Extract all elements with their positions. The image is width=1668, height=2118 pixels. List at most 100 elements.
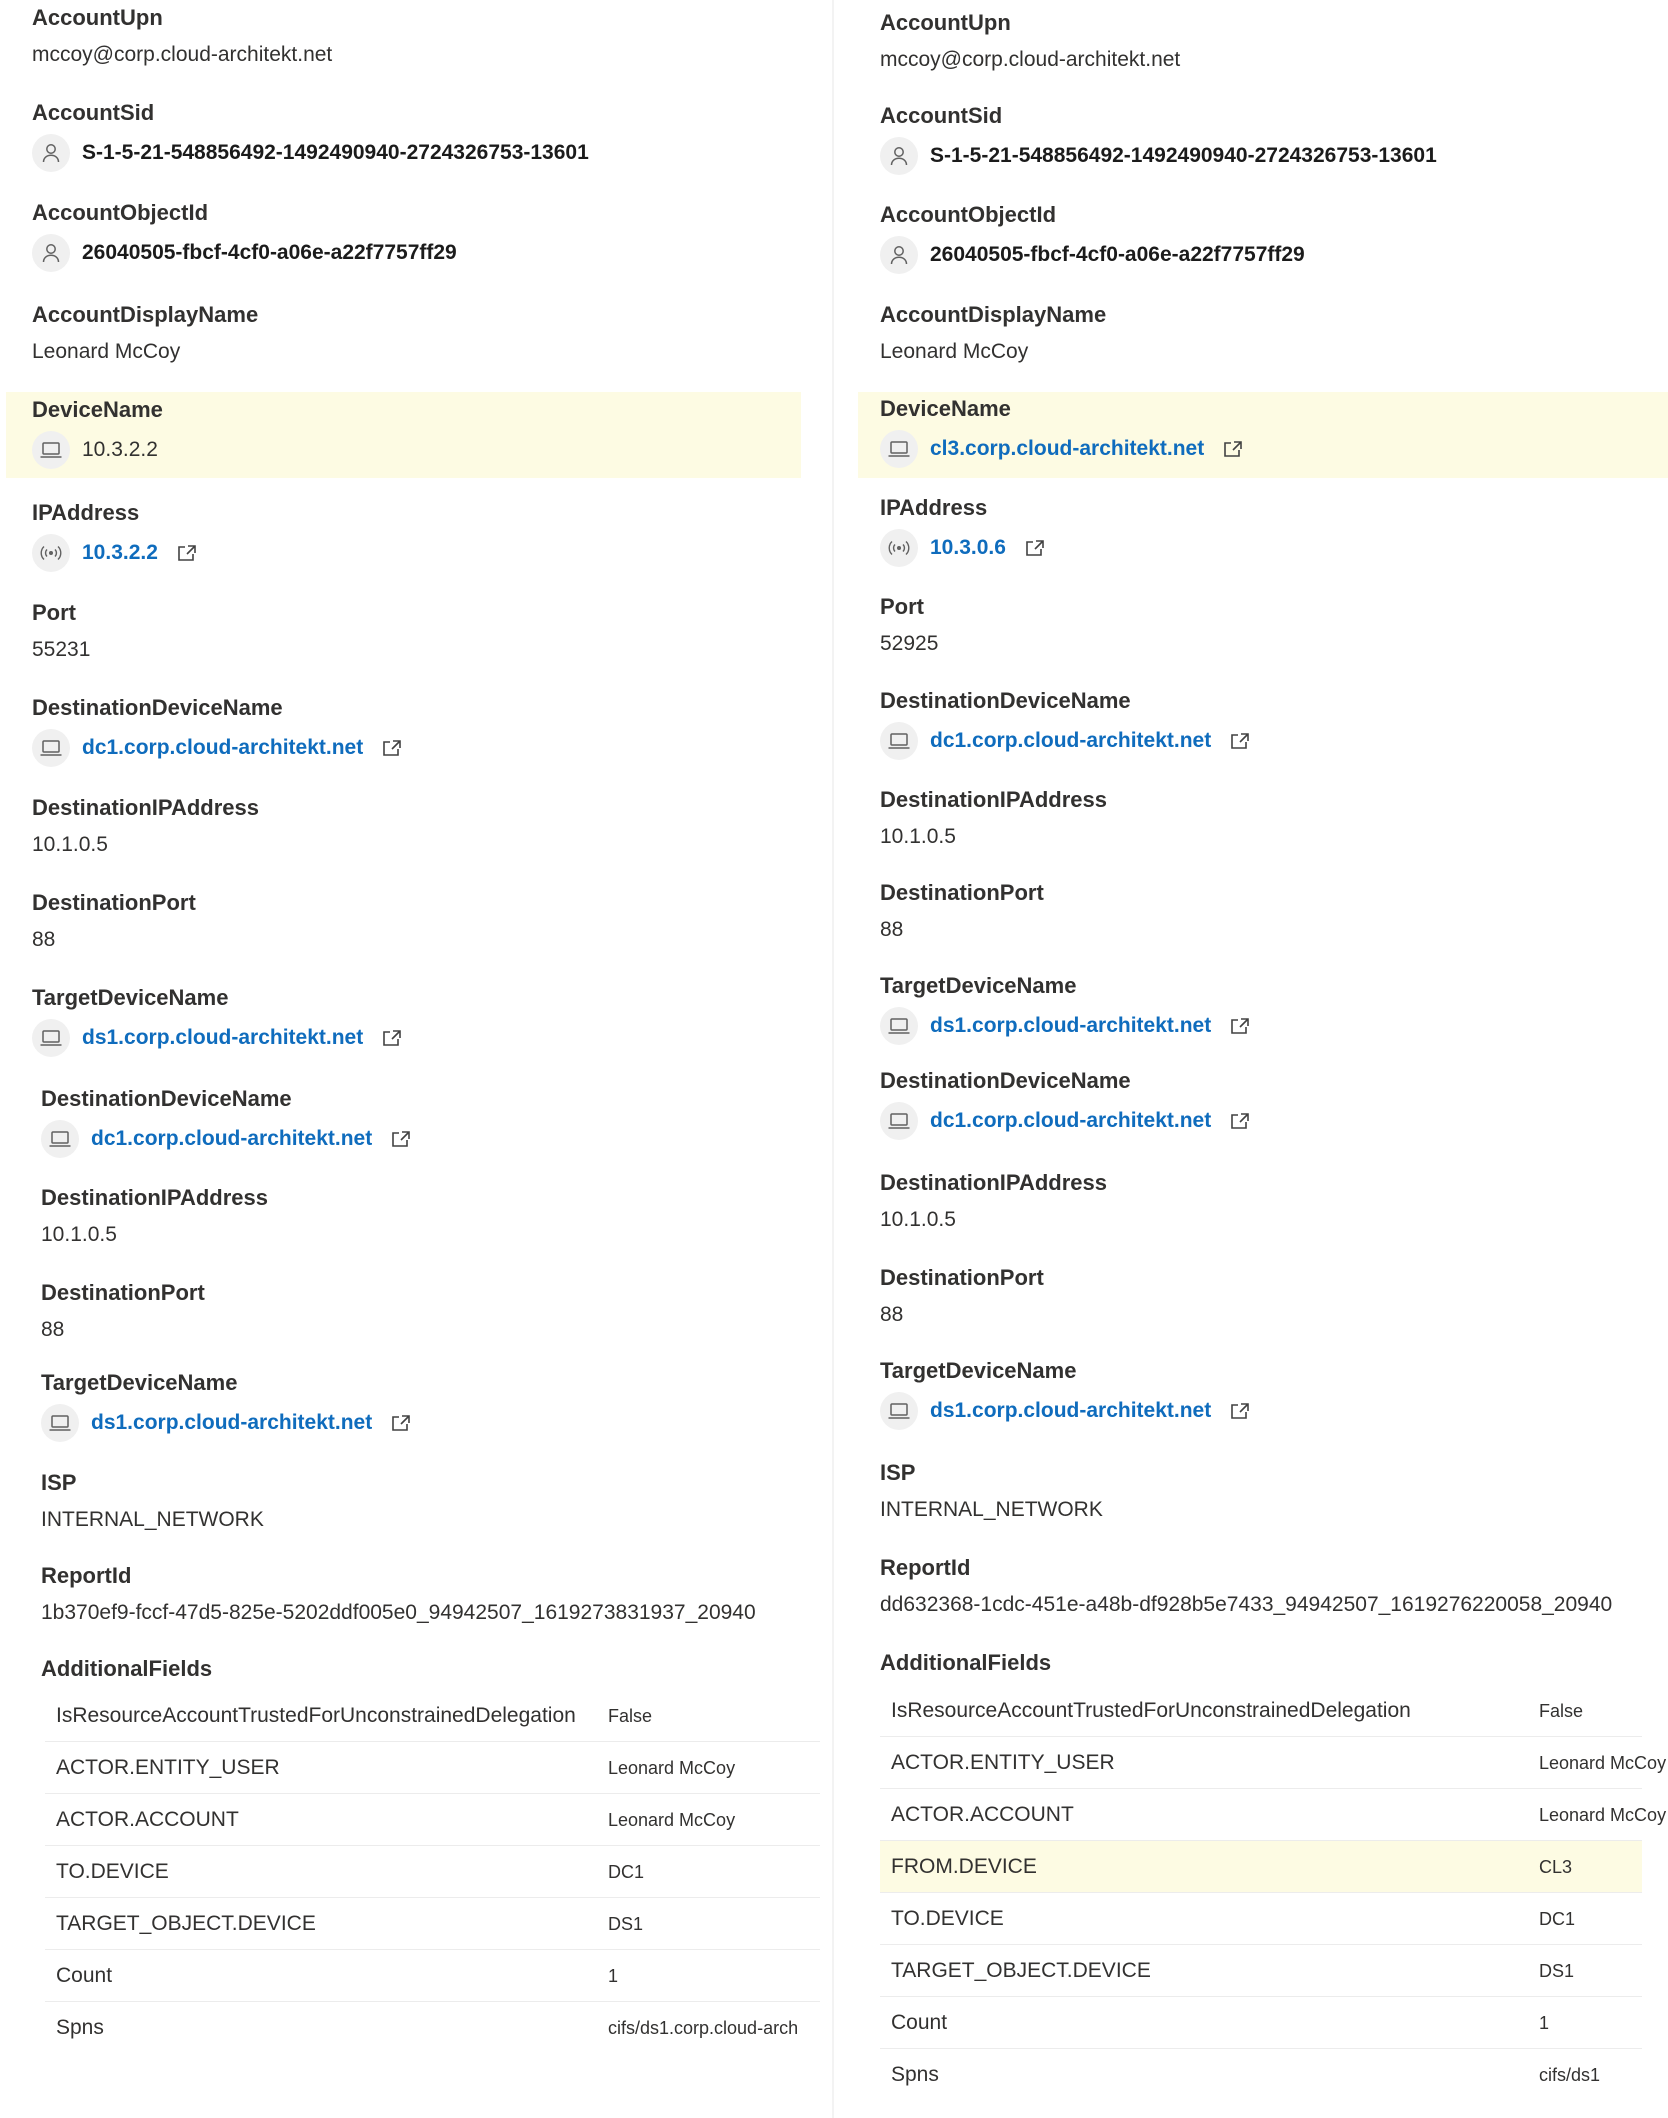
external-link-icon[interactable] (176, 543, 198, 563)
row-key: Count (891, 2011, 948, 2034)
row-key: IsResourceAccountTrustedForUnconstrained… (891, 1699, 1411, 1722)
field-value: Leonard McCoy (32, 340, 181, 363)
network-broadcast-icon (880, 529, 918, 567)
row-value: Leonard McCoy (1539, 1753, 1667, 1773)
external-link-icon[interactable] (1024, 538, 1046, 558)
device-name-link[interactable]: cl3.corp.cloud-architekt.net (930, 437, 1204, 461)
field-value: INTERNAL_NETWORK (41, 1508, 264, 1531)
row-value: 1 (1539, 2013, 1550, 2033)
person-icon (32, 234, 70, 272)
table-row: IsResourceAccountTrustedForUnconstrained… (45, 1690, 820, 1742)
field-label: IPAddress (32, 500, 140, 525)
field-label: DestinationIPAddress (880, 1170, 1107, 1195)
laptop-icon (880, 722, 918, 760)
external-link-icon[interactable] (381, 1028, 403, 1048)
row-key: TARGET_OBJECT.DEVICE (56, 1912, 316, 1935)
account-object-id-value: 26040505-fbcf-4cf0-a06e-a22f7757ff29 (82, 241, 457, 264)
table-row-highlighted: FROM.DEVICE CL3 (880, 1841, 1642, 1893)
row-value: Leonard McCoy (1539, 1805, 1667, 1825)
field-label: AccountSid (32, 100, 155, 125)
field-label: AccountDisplayName (880, 302, 1107, 327)
table-row: ACTOR.ACCOUNT Leonard McCoy (45, 1794, 820, 1846)
row-key: IsResourceAccountTrustedForUnconstrained… (56, 1704, 576, 1727)
field-value: 10.1.0.5 (880, 825, 956, 848)
field-value: mccoy@corp.cloud-architekt.net (880, 48, 1181, 71)
account-sid-value: S-1-5-21-548856492-1492490940-2724326753… (82, 141, 589, 164)
external-link-icon[interactable] (381, 738, 403, 758)
field-label: Port (880, 594, 924, 619)
target-device-link[interactable]: ds1.corp.cloud-architekt.net (91, 1411, 372, 1435)
account-sid-value: S-1-5-21-548856492-1492490940-2724326753… (930, 144, 1437, 167)
field-value: 52925 (880, 632, 939, 655)
field-value: 10.1.0.5 (41, 1223, 117, 1246)
right-event-panel: AccountUpn mccoy@corp.cloud-architekt.ne… (848, 0, 1668, 2118)
ip-address-link[interactable]: 10.3.2.2 (82, 541, 158, 565)
field-label: DeviceName (32, 397, 163, 422)
field-label: DestinationPort (880, 880, 1044, 905)
table-row: Count 1 (45, 1950, 820, 2002)
field-label: TargetDeviceName (41, 1370, 238, 1395)
row-value: False (1539, 1701, 1584, 1721)
table-row: TARGET_OBJECT.DEVICE DS1 (880, 1945, 1642, 1997)
laptop-icon (880, 1102, 918, 1140)
external-link-icon[interactable] (1229, 1016, 1251, 1036)
field-value: 10.1.0.5 (32, 833, 108, 856)
external-link-icon[interactable] (390, 1129, 412, 1149)
device-name-value: 10.3.2.2 (82, 438, 158, 461)
field-label: DestinationDeviceName (41, 1086, 292, 1111)
laptop-icon (880, 430, 918, 468)
field-label: AccountUpn (32, 5, 163, 30)
field-label: DestinationIPAddress (880, 787, 1107, 812)
field-label: AccountObjectId (32, 200, 209, 225)
field-value: 88 (41, 1318, 65, 1341)
target-device-link[interactable]: ds1.corp.cloud-architekt.net (930, 1399, 1211, 1423)
ip-address-link[interactable]: 10.3.0.6 (930, 536, 1006, 560)
network-broadcast-icon (32, 534, 70, 572)
destination-device-link[interactable]: dc1.corp.cloud-architekt.net (91, 1127, 372, 1151)
field-value: dd632368-1cdc-451e-a48b-df928b5e7433_949… (880, 1593, 1613, 1616)
external-link-icon[interactable] (390, 1413, 412, 1433)
additional-fields-table: IsResourceAccountTrustedForUnconstrained… (880, 1685, 1666, 2100)
destination-device-link[interactable]: dc1.corp.cloud-architekt.net (82, 736, 363, 760)
row-value: Leonard McCoy (608, 1758, 736, 1778)
target-device-link[interactable]: ds1.corp.cloud-architekt.net (82, 1026, 363, 1050)
external-link-icon[interactable] (1222, 439, 1244, 459)
field-label: DestinationDeviceName (880, 1068, 1131, 1093)
field-label: DestinationIPAddress (32, 795, 259, 820)
row-key: TO.DEVICE (891, 1907, 1004, 1930)
row-key: Spns (891, 2063, 939, 2086)
row-value: Leonard McCoy (608, 1810, 736, 1830)
field-value: 88 (32, 928, 56, 951)
field-value: 88 (880, 1303, 904, 1326)
table-row: ACTOR.ACCOUNT Leonard McCoy (880, 1789, 1666, 1841)
destination-device-link[interactable]: dc1.corp.cloud-architekt.net (930, 729, 1211, 753)
row-value: cifs/ds1.corp.cloud-arch (608, 2018, 799, 2038)
laptop-icon (32, 431, 70, 469)
field-value: 10.1.0.5 (880, 1208, 956, 1231)
laptop-icon (41, 1120, 79, 1158)
row-key: ACTOR.ACCOUNT (891, 1803, 1074, 1826)
target-device-link[interactable]: ds1.corp.cloud-architekt.net (930, 1014, 1211, 1038)
row-value: False (608, 1706, 653, 1726)
field-label: IPAddress (880, 495, 988, 520)
field-value: mccoy@corp.cloud-architekt.net (32, 43, 333, 66)
field-label: ISP (880, 1460, 916, 1485)
external-link-icon[interactable] (1229, 1401, 1251, 1421)
external-link-icon[interactable] (1229, 1111, 1251, 1131)
row-value: DS1 (608, 1914, 644, 1934)
field-label: TargetDeviceName (880, 1358, 1077, 1383)
row-key: Count (56, 1964, 113, 1987)
field-label: DestinationIPAddress (41, 1185, 268, 1210)
table-row: IsResourceAccountTrustedForUnconstrained… (880, 1685, 1642, 1737)
row-value: DC1 (1539, 1909, 1576, 1929)
destination-device-link[interactable]: dc1.corp.cloud-architekt.net (930, 1109, 1211, 1133)
additional-fields-table: IsResourceAccountTrustedForUnconstrained… (45, 1690, 820, 2053)
field-label: DestinationPort (41, 1280, 205, 1305)
laptop-icon (880, 1392, 918, 1430)
field-label: TargetDeviceName (880, 973, 1077, 998)
external-link-icon[interactable] (1229, 731, 1251, 751)
table-row: TO.DEVICE DC1 (45, 1846, 820, 1898)
table-row: Spns cifs/ds1 (880, 2049, 1642, 2100)
field-value: 1b370ef9-fccf-47d5-825e-5202ddf005e0_949… (41, 1601, 756, 1624)
row-key: Spns (56, 2016, 104, 2039)
